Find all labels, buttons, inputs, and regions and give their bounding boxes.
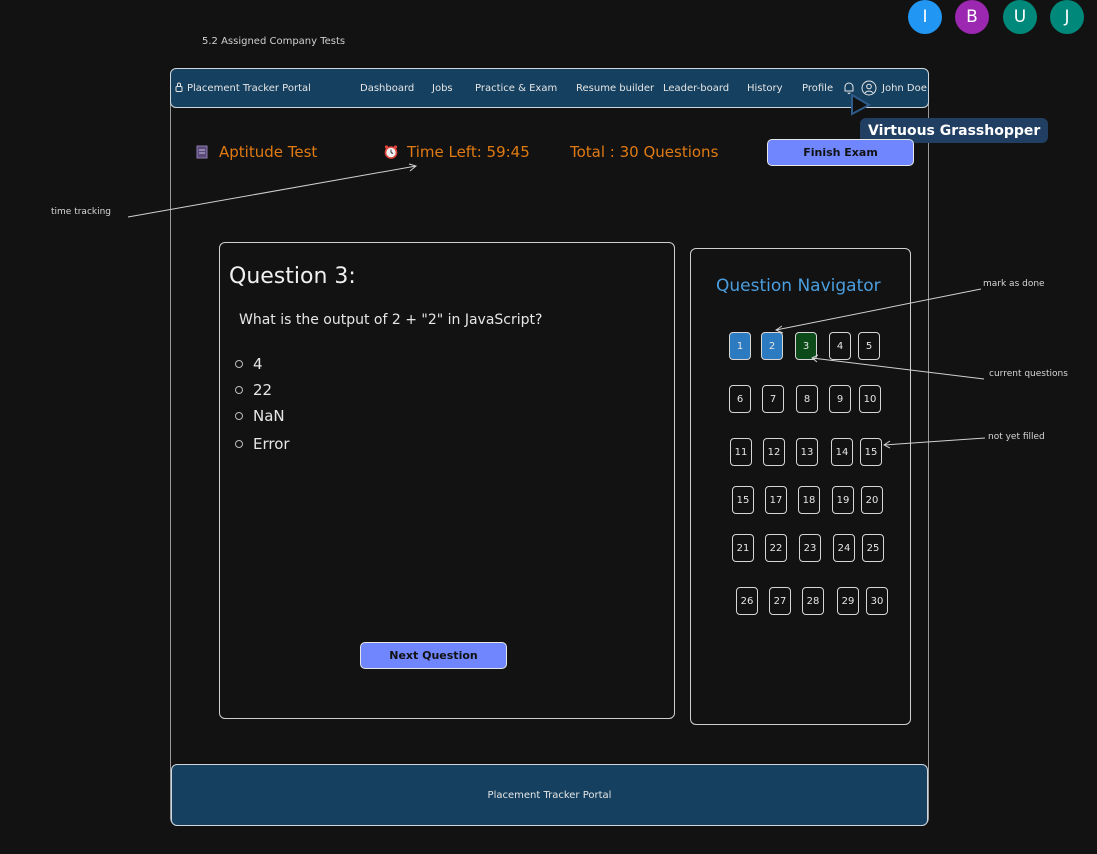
option-label: Error xyxy=(253,435,290,453)
time-left: Time Left: 59:45 xyxy=(407,143,530,161)
question-nav-button[interactable]: 15 xyxy=(732,486,754,514)
question-nav-button[interactable]: 5 xyxy=(858,332,880,360)
question-nav-button[interactable]: 1 xyxy=(729,332,751,360)
question-nav-button[interactable]: 19 xyxy=(832,486,854,514)
question-nav-button[interactable]: 20 xyxy=(861,486,883,514)
nav-link-jobs[interactable]: Jobs xyxy=(432,83,453,94)
question-nav-button[interactable]: 24 xyxy=(833,534,855,562)
annotation-time-tracking: time tracking xyxy=(51,207,112,217)
collaborator-avatar[interactable]: B xyxy=(955,0,989,34)
question-nav-button[interactable]: 29 xyxy=(837,587,859,615)
option-label: 4 xyxy=(253,355,263,373)
question-nav-button[interactable]: 9 xyxy=(829,385,851,413)
brand-title[interactable]: Placement Tracker Portal xyxy=(187,83,311,94)
annotation-current-questions: current questions xyxy=(989,369,1068,379)
nav-link-dashboard[interactable]: Dashboard xyxy=(360,83,414,94)
question-nav-button[interactable]: 14 xyxy=(831,438,853,466)
question-text: What is the output of 2 + "2" in JavaScr… xyxy=(239,312,543,328)
page-footer: Placement Tracker Portal xyxy=(171,764,928,826)
nav-link-profile[interactable]: Profile xyxy=(802,83,833,94)
next-question-button[interactable]: Next Question xyxy=(360,642,507,669)
question-nav-button[interactable]: 15 xyxy=(860,438,882,466)
frame-title: 5.2 Assigned Company Tests xyxy=(202,36,346,47)
nav-link-practice-exam[interactable]: Practice & Exam xyxy=(475,83,557,94)
radio-icon[interactable] xyxy=(235,412,243,420)
question-nav-button[interactable]: 6 xyxy=(729,385,751,413)
question-nav-button[interactable]: 25 xyxy=(862,534,884,562)
collaborator-avatar[interactable]: I xyxy=(908,0,942,34)
question-nav-button[interactable]: 18 xyxy=(798,486,820,514)
question-nav-button[interactable]: 22 xyxy=(765,534,787,562)
question-nav-button[interactable]: 2 xyxy=(761,332,783,360)
finish-exam-button[interactable]: Finish Exam xyxy=(767,139,914,166)
question-nav-button[interactable]: 7 xyxy=(762,385,784,413)
question-nav-button[interactable]: 10 xyxy=(859,385,881,413)
option-item[interactable]: 4 xyxy=(235,355,263,373)
option-label: 22 xyxy=(253,381,273,399)
alarm-clock-icon xyxy=(384,145,398,159)
question-nav-button[interactable]: 11 xyxy=(730,438,752,466)
question-nav-button[interactable]: 28 xyxy=(802,587,824,615)
annotation-not-yet-filled: not yet filled xyxy=(988,432,1045,442)
navigator-title: Question Navigator xyxy=(716,276,881,296)
question-nav-button[interactable]: 23 xyxy=(799,534,821,562)
question-nav-button[interactable]: 8 xyxy=(796,385,818,413)
user-name[interactable]: John Doe xyxy=(882,83,927,94)
question-nav-button[interactable]: 30 xyxy=(866,587,888,615)
question-nav-button[interactable]: 27 xyxy=(769,587,791,615)
collaborator-avatar[interactable]: J xyxy=(1050,0,1084,34)
option-item[interactable]: NaN xyxy=(235,407,285,425)
collaborator-avatar[interactable]: U xyxy=(1003,0,1037,34)
radio-icon[interactable] xyxy=(235,386,243,394)
nav-link-history[interactable]: History xyxy=(747,83,783,94)
footer-text: Placement Tracker Portal xyxy=(487,789,612,801)
option-item[interactable]: Error xyxy=(235,435,290,453)
annotation-mark-as-done: mark as done xyxy=(983,279,1045,289)
radio-icon[interactable] xyxy=(235,440,243,448)
question-nav-button[interactable]: 13 xyxy=(796,438,818,466)
option-item[interactable]: 22 xyxy=(235,381,272,399)
nav-link-leaderboard[interactable]: Leader-board xyxy=(663,83,729,94)
document-icon xyxy=(196,145,208,159)
question-nav-button[interactable]: 21 xyxy=(732,534,754,562)
radio-icon[interactable] xyxy=(235,360,243,368)
exam-title: Aptitude Test xyxy=(219,143,318,161)
question-nav-button[interactable]: 26 xyxy=(736,587,758,615)
cursor-pointer-icon xyxy=(851,93,872,116)
question-nav-button[interactable]: 4 xyxy=(829,332,851,360)
question-heading: Question 3: xyxy=(229,264,356,289)
question-nav-button[interactable]: 3 xyxy=(795,332,817,360)
question-nav-button[interactable]: 17 xyxy=(765,486,787,514)
nav-link-resume-builder[interactable]: Resume builder xyxy=(576,83,654,94)
total-questions: Total : 30 Questions xyxy=(570,143,719,161)
question-nav-button[interactable]: 12 xyxy=(763,438,785,466)
option-label: NaN xyxy=(253,407,285,425)
